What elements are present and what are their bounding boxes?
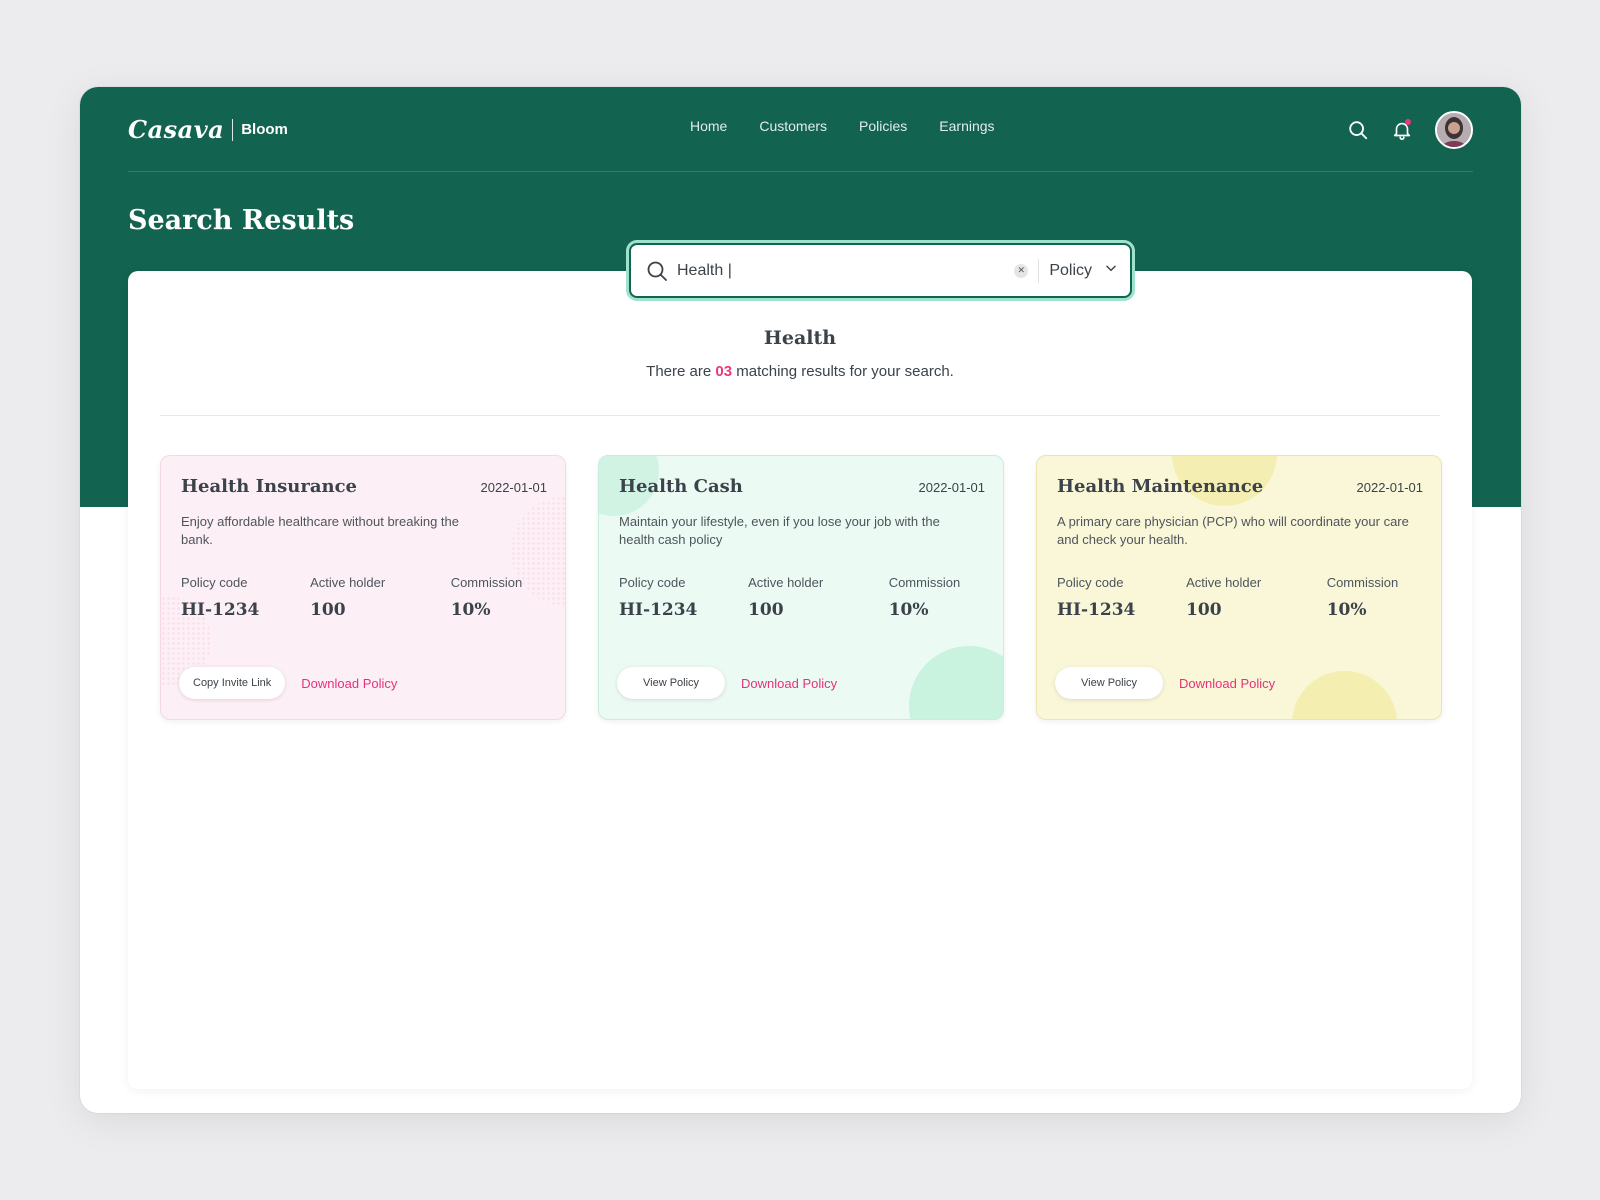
close-icon[interactable]: ✕ xyxy=(1014,263,1029,278)
card-description: Enjoy affordable healthcare without brea… xyxy=(181,514,460,547)
search-filter-select[interactable]: Policy xyxy=(1049,261,1118,280)
policy-code-label: Policy code xyxy=(181,575,248,590)
search-filter-value: Policy xyxy=(1049,261,1092,279)
card-title: Health Insurance xyxy=(181,476,358,497)
search-bar: ✕ Policy xyxy=(629,243,1132,298)
results-header: Health There are 03 matching results for… xyxy=(128,327,1472,380)
divider xyxy=(160,415,1440,416)
card-decoration xyxy=(909,646,1003,719)
card-stats: Policy code HI-1234 Active holder 100 Co… xyxy=(181,575,547,620)
nav-customers[interactable]: Customers xyxy=(759,118,827,134)
chevron-down-icon xyxy=(1104,261,1118,280)
active-holder-value: 100 xyxy=(1186,600,1222,620)
view-policy-button[interactable]: View Policy xyxy=(617,667,726,699)
card-stats: Policy code HI-1234 Active holder 100 Co… xyxy=(619,575,985,620)
result-cards: Health Insurance 2022-01-01 Enjoy afford… xyxy=(160,455,1442,720)
download-policy-link[interactable]: Download Policy xyxy=(301,676,397,691)
result-card[interactable]: Health Insurance 2022-01-01 Enjoy afford… xyxy=(160,455,566,720)
avatar[interactable] xyxy=(1435,111,1473,149)
results-text-before: There are xyxy=(646,363,712,380)
search-input[interactable] xyxy=(677,261,1015,280)
card-description: Maintain your lifestyle, even if you los… xyxy=(619,514,940,547)
card-actions: Copy Invite Link Download Policy xyxy=(179,667,397,699)
nav-policies[interactable]: Policies xyxy=(859,118,907,134)
active-holder-label: Active holder xyxy=(748,575,824,590)
notification-dot xyxy=(1405,119,1411,125)
commission-value: 10% xyxy=(888,600,929,620)
active-holder-label: Active holder xyxy=(1186,575,1262,590)
commission-label: Commission xyxy=(450,575,523,590)
divider xyxy=(1038,258,1040,283)
view-policy-button[interactable]: View Policy xyxy=(1055,667,1164,699)
card-decoration xyxy=(1292,671,1397,719)
active-holder-label: Active holder xyxy=(310,575,386,590)
download-policy-link[interactable]: Download Policy xyxy=(741,676,837,691)
commission-value: 10% xyxy=(1326,600,1367,620)
top-navbar: Casava Bloom Home Customers Policies Ear… xyxy=(128,87,1473,172)
results-text-after: matching results for your search. xyxy=(736,363,954,380)
card-date: 2022-01-01 xyxy=(480,480,548,495)
copy-invite-link-button[interactable]: Copy Invite Link xyxy=(179,667,286,699)
card-actions: View Policy Download Policy xyxy=(1055,667,1275,699)
commission-label: Commission xyxy=(888,575,961,590)
results-title: Health xyxy=(763,327,837,349)
search-icon[interactable] xyxy=(1345,117,1371,143)
card-title: Health Maintenance xyxy=(1057,476,1264,497)
result-card[interactable]: Health Maintenance 2022-01-01 A primary … xyxy=(1036,455,1442,720)
card-description: A primary care physician (PCP) who will … xyxy=(1057,514,1409,547)
main-nav: Home Customers Policies Earnings xyxy=(690,118,995,134)
logo-divider xyxy=(232,118,234,141)
card-stats: Policy code HI-1234 Active holder 100 Co… xyxy=(1057,575,1423,620)
logo-sub: Bloom xyxy=(241,121,288,138)
active-holder-value: 100 xyxy=(748,600,784,620)
policy-code-label: Policy code xyxy=(1057,575,1124,590)
logo[interactable]: Casava Bloom xyxy=(128,115,288,144)
card-date: 2022-01-01 xyxy=(918,480,986,495)
card-actions: View Policy Download Policy xyxy=(617,667,837,699)
download-policy-link[interactable]: Download Policy xyxy=(1179,676,1275,691)
logo-main: Casava xyxy=(128,115,225,144)
nav-earnings[interactable]: Earnings xyxy=(939,118,994,134)
policy-code-value: HI-1234 xyxy=(181,600,260,620)
policy-code-value: HI-1234 xyxy=(1057,600,1136,620)
nav-home[interactable]: Home xyxy=(690,118,727,134)
policy-code-value: HI-1234 xyxy=(619,600,698,620)
bell-icon[interactable] xyxy=(1389,117,1415,143)
header-actions xyxy=(1345,111,1473,149)
search-icon xyxy=(645,259,669,283)
commission-label: Commission xyxy=(1326,575,1399,590)
results-count: 03 xyxy=(715,363,733,380)
card-title: Health Cash xyxy=(619,476,743,497)
page-title: Search Results xyxy=(128,205,355,236)
card-date: 2022-01-01 xyxy=(1356,480,1424,495)
results-summary: There are 03 matching results for your s… xyxy=(128,363,1472,380)
result-card[interactable]: Health Cash 2022-01-01 Maintain your lif… xyxy=(598,455,1004,720)
commission-value: 10% xyxy=(450,600,491,620)
app-window: Casava Bloom Home Customers Policies Ear… xyxy=(80,87,1521,1113)
policy-code-label: Policy code xyxy=(619,575,686,590)
results-panel: Health There are 03 matching results for… xyxy=(128,271,1472,1089)
active-holder-value: 100 xyxy=(310,600,346,620)
